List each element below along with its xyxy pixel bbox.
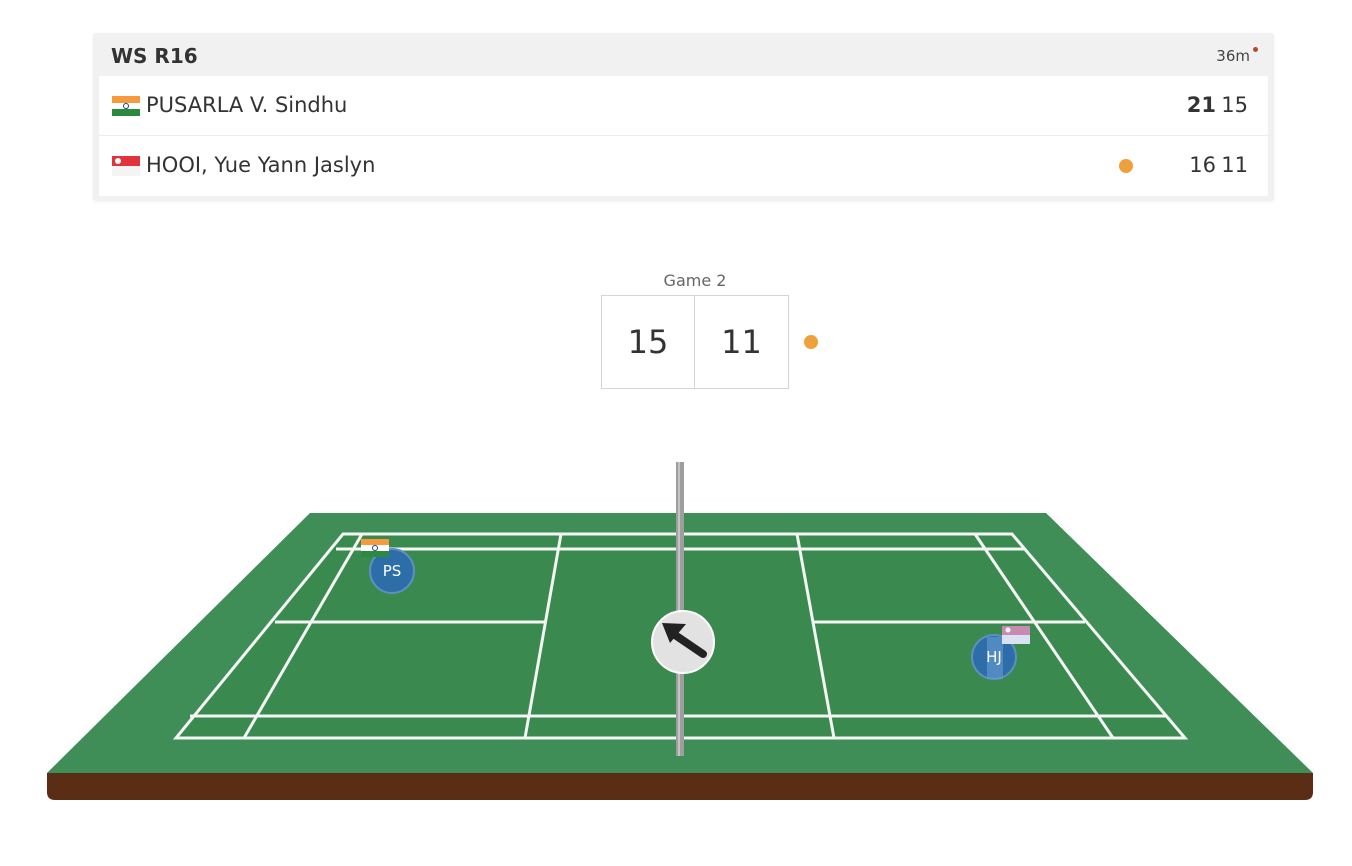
- court-base: [47, 773, 1313, 800]
- singapore-flag-icon: [1002, 626, 1030, 644]
- player-initials: PS: [383, 562, 402, 580]
- arrow-up-left-icon: [651, 610, 715, 674]
- court-view: PS HJ: [0, 0, 1352, 862]
- india-flag-icon: [361, 539, 389, 557]
- player-initials: HJ: [986, 648, 1002, 666]
- court-svg: PS HJ: [47, 462, 1313, 800]
